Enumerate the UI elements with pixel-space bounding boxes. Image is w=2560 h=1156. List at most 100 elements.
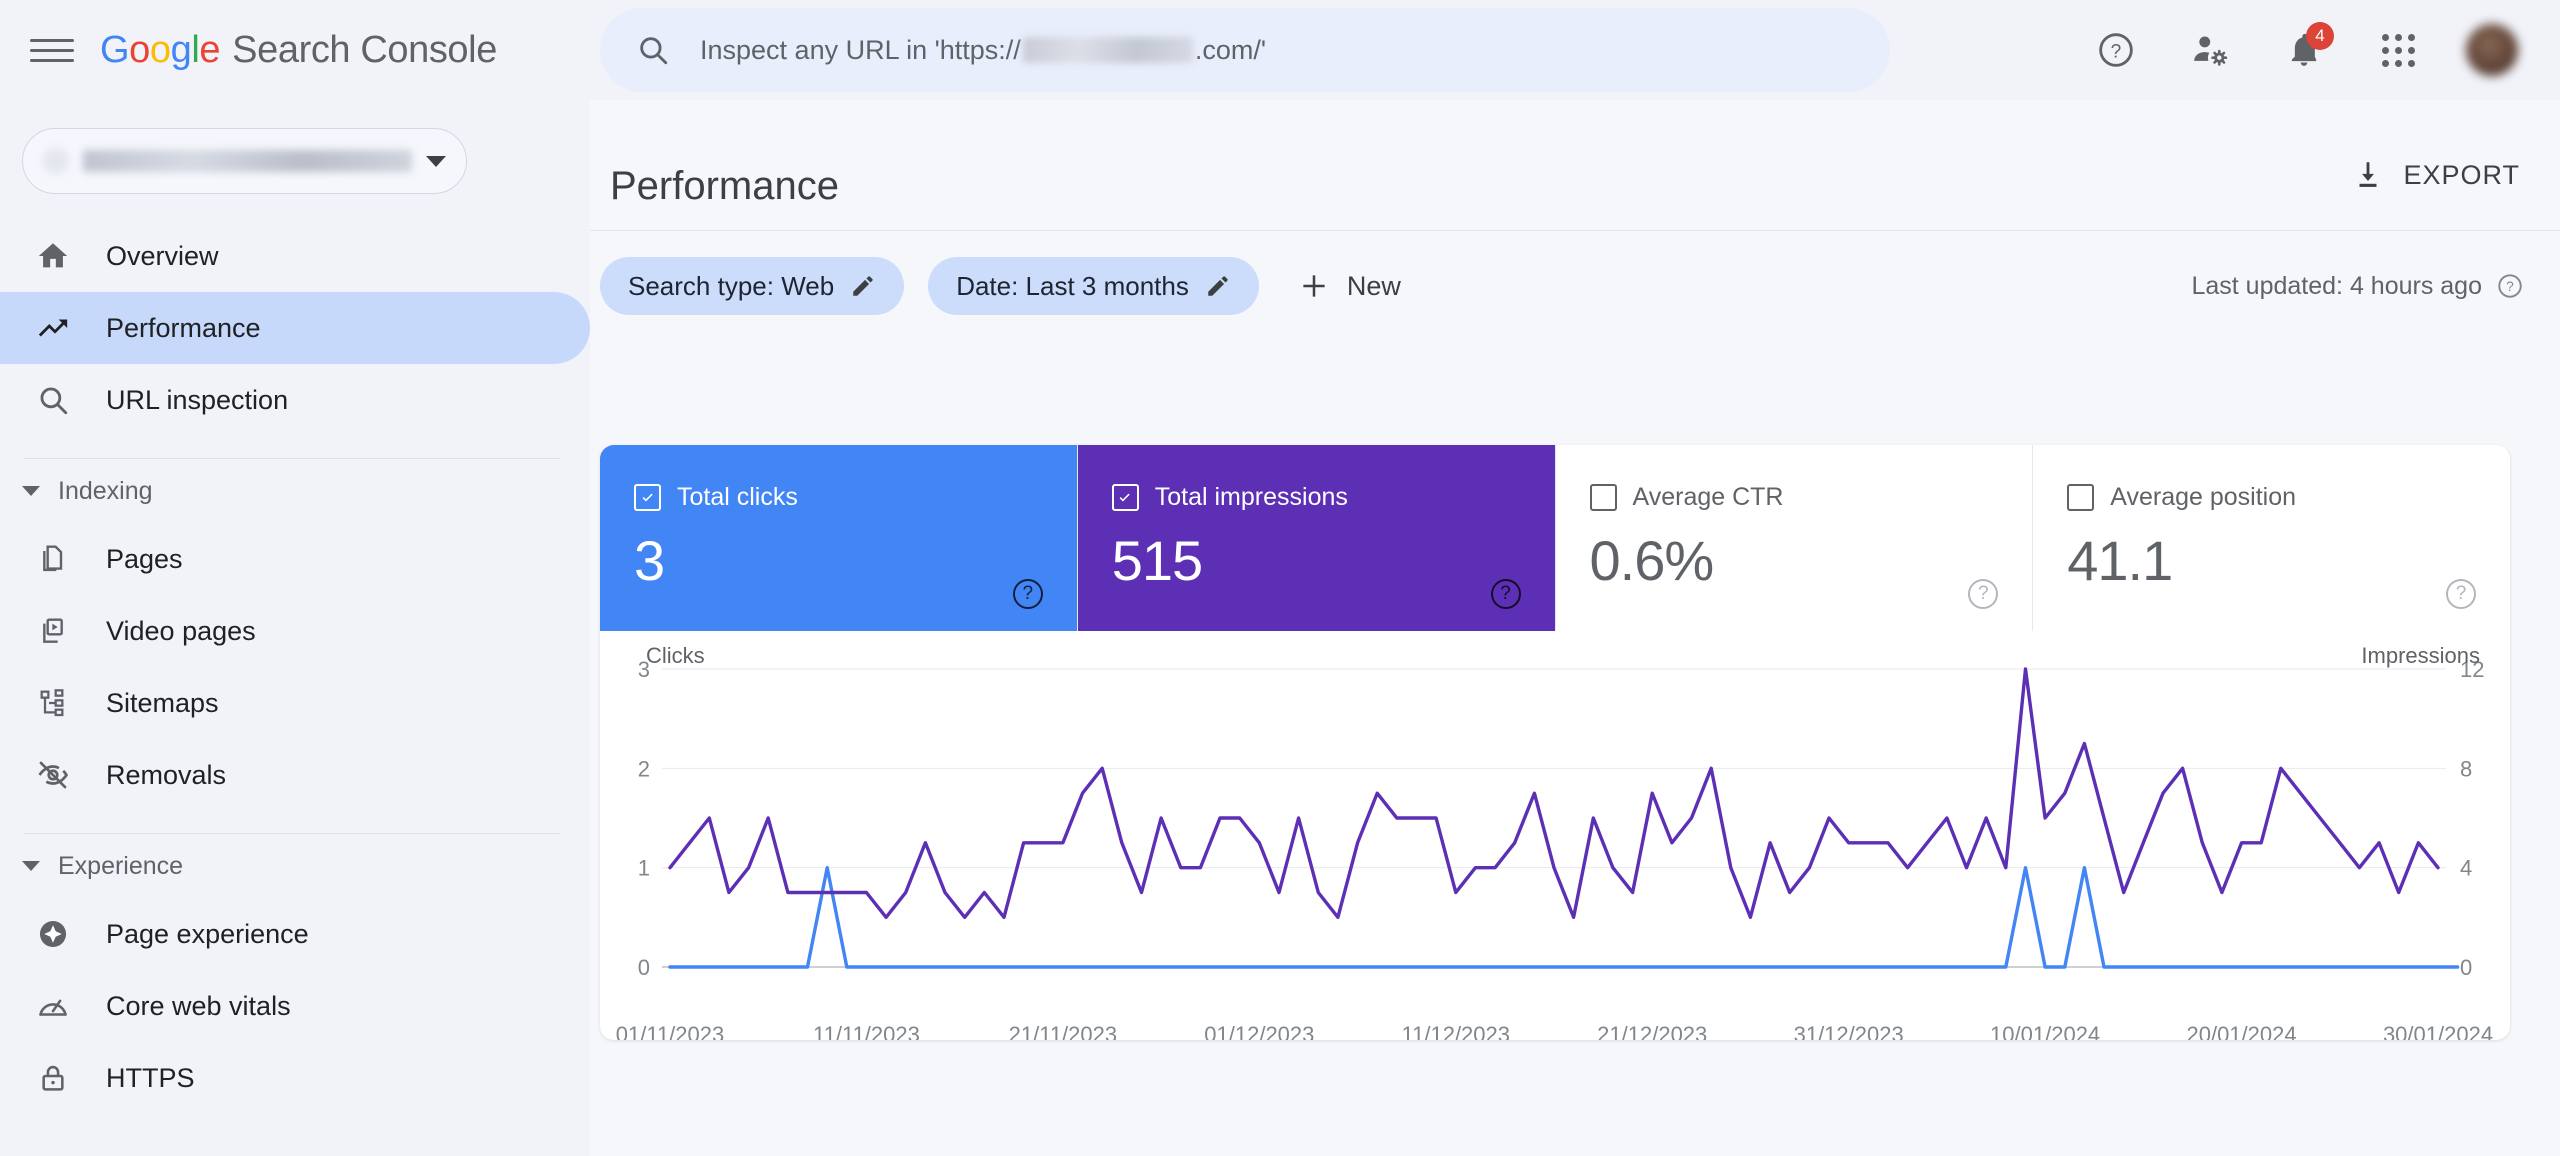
apps-grid-icon[interactable] — [2372, 24, 2424, 76]
page-title: Performance — [610, 163, 839, 208]
logo-letter-o1: o — [129, 28, 150, 71]
header-icon-group: ? 4 — [2090, 0, 2518, 100]
filter-chip-search-type[interactable]: Search type: Web — [600, 257, 905, 315]
home-icon — [30, 239, 76, 273]
svg-text:2: 2 — [638, 756, 650, 781]
svg-text:4: 4 — [2460, 856, 2472, 881]
metric-value: 515 — [1111, 529, 1203, 592]
sidebar-item-url-inspection[interactable]: URL inspection — [0, 364, 590, 436]
sidebar-section-label: Indexing — [58, 476, 153, 505]
export-button[interactable]: EXPORT — [2351, 138, 2520, 192]
sidebar-item-sitemaps[interactable]: Sitemaps — [0, 667, 590, 739]
chevron-down-icon — [22, 486, 40, 496]
https-lock-icon — [30, 1062, 76, 1094]
sidebar-item-page-experience[interactable]: Page experience — [0, 898, 590, 970]
chart-x-tick-label: 11/11/2023 — [813, 1022, 920, 1040]
help-icon[interactable]: ? — [1490, 579, 1521, 609]
download-icon — [2359, 162, 2377, 187]
chart-x-tick-label: 21/12/2023 — [1597, 1022, 1708, 1040]
metric-value: 0.6% — [1589, 529, 1715, 592]
property-favicon — [43, 148, 69, 174]
sidebar-section-label: Experience — [58, 851, 184, 880]
sidebar-item-pages[interactable]: Pages — [0, 523, 590, 595]
metric-card-average-position[interactable]: Average position 41.1 ? — [2033, 445, 2510, 631]
svg-text:?: ? — [2111, 42, 2122, 63]
sidebar-item-label: Overview — [106, 240, 219, 271]
chevron-down-icon — [426, 155, 446, 167]
page-experience-icon — [30, 917, 76, 951]
chart-x-tick-label: 20/01/2024 — [2186, 1022, 2297, 1040]
sidebar-item-performance[interactable]: Performance — [0, 292, 590, 364]
sidebar-item-video-pages[interactable]: Video pages — [0, 595, 590, 667]
metric-checkbox[interactable] — [1111, 484, 1139, 511]
metric-checkbox[interactable] — [1589, 484, 1617, 511]
pages-icon — [30, 543, 76, 575]
filter-chip-label: Search type: Web — [628, 270, 835, 301]
sidebar-primary-nav: Overview Performance URL inspection — [0, 220, 590, 436]
new-filter-button[interactable]: New — [1299, 271, 1401, 302]
property-selector[interactable] — [22, 128, 467, 194]
sidebar-section-indexing[interactable]: Indexing — [0, 459, 590, 523]
logo-letter-e: e — [199, 28, 221, 71]
metric-label: Average CTR — [1632, 483, 1784, 511]
help-icon[interactable]: ? — [2090, 24, 2142, 76]
main-content: Performance EXPORT Search type: Web Date… — [590, 100, 2560, 1156]
core-web-vitals-icon — [30, 989, 76, 1023]
video-pages-icon — [30, 615, 76, 647]
sidebar-item-label: Pages — [106, 543, 183, 574]
chart-x-tick-label: 31/12/2023 — [1793, 1022, 1904, 1040]
search-placeholder: Inspect any URL in 'https:// .com/' — [700, 35, 1266, 66]
sidebar-item-label: Performance — [106, 312, 261, 343]
help-icon[interactable]: ? — [1968, 579, 1999, 609]
metric-label: Average position — [2110, 483, 2297, 511]
svg-text:8: 8 — [2460, 756, 2472, 781]
sidebar-item-label: Removals — [106, 759, 227, 790]
metric-card-average-ctr[interactable]: Average CTR 0.6% ? — [1556, 445, 2034, 631]
edit-pencil-icon — [853, 276, 873, 296]
metric-value: 41.1 — [2067, 529, 2173, 592]
url-inspection-search-bar[interactable]: Inspect any URL in 'https:// .com/' — [600, 8, 1890, 92]
sidebar-item-label: Core web vitals — [106, 990, 291, 1021]
sitemaps-icon — [30, 687, 76, 719]
sidebar-item-overview[interactable]: Overview — [0, 220, 590, 292]
search-placeholder-suffix: .com/' — [1194, 34, 1266, 65]
metric-header: Average CTR — [1589, 483, 2033, 512]
user-settings-icon[interactable] — [2184, 24, 2236, 76]
help-icon[interactable]: ? — [1012, 579, 1043, 609]
last-updated-label: Last updated: 4 hours ago — [2191, 271, 2482, 300]
chart-x-tick-label: 10/01/2024 — [1990, 1022, 2101, 1040]
plus-icon — [1303, 275, 1325, 297]
help-icon[interactable]: ? — [2496, 272, 2524, 300]
metric-cards: Total clicks 3 ? Total impressions 515 ? — [600, 445, 2510, 631]
svg-text:0: 0 — [2460, 955, 2472, 980]
sidebar-item-label: Video pages — [106, 615, 256, 646]
metric-card-total-clicks[interactable]: Total clicks 3 ? — [600, 445, 1078, 631]
search-icon — [30, 383, 76, 417]
metric-header: Total impressions — [1111, 483, 1555, 512]
search-placeholder-prefix: Inspect any URL in 'https:// — [700, 34, 1021, 65]
search-icon — [640, 37, 668, 65]
new-filter-label: New — [1346, 270, 1401, 301]
avatar[interactable] — [2466, 24, 2518, 76]
filter-chip-date[interactable]: Date: Last 3 months — [928, 257, 1259, 315]
sidebar-item-removals[interactable]: Removals — [0, 739, 590, 811]
metric-checkbox[interactable] — [634, 484, 661, 511]
edit-pencil-icon — [1208, 276, 1228, 296]
svg-text:0: 0 — [638, 955, 650, 980]
brand-logo: Google Search Console — [100, 29, 497, 72]
metric-checkbox[interactable] — [2067, 484, 2095, 511]
notifications-icon[interactable]: 4 — [2278, 22, 2334, 76]
property-name-redacted — [83, 150, 412, 172]
sidebar-item-https[interactable]: HTTPS — [0, 1042, 590, 1114]
metric-card-total-impressions[interactable]: Total impressions 515 ? — [1077, 445, 1556, 631]
svg-text:1: 1 — [638, 856, 650, 881]
last-updated: Last updated: 4 hours ago ? — [2191, 272, 2524, 301]
logo-letter-o2: o — [149, 28, 171, 71]
help-icon[interactable]: ? — [2446, 579, 2476, 609]
sidebar: Overview Performance URL inspection Inde… — [0, 100, 590, 1156]
sidebar-item-core-web-vitals[interactable]: Core web vitals — [0, 970, 590, 1042]
sidebar-item-label: URL inspection — [106, 384, 289, 415]
hamburger-menu-icon[interactable] — [30, 28, 74, 72]
chart-x-tick-label: 21/11/2023 — [1008, 1022, 1118, 1040]
sidebar-section-experience[interactable]: Experience — [0, 834, 590, 898]
